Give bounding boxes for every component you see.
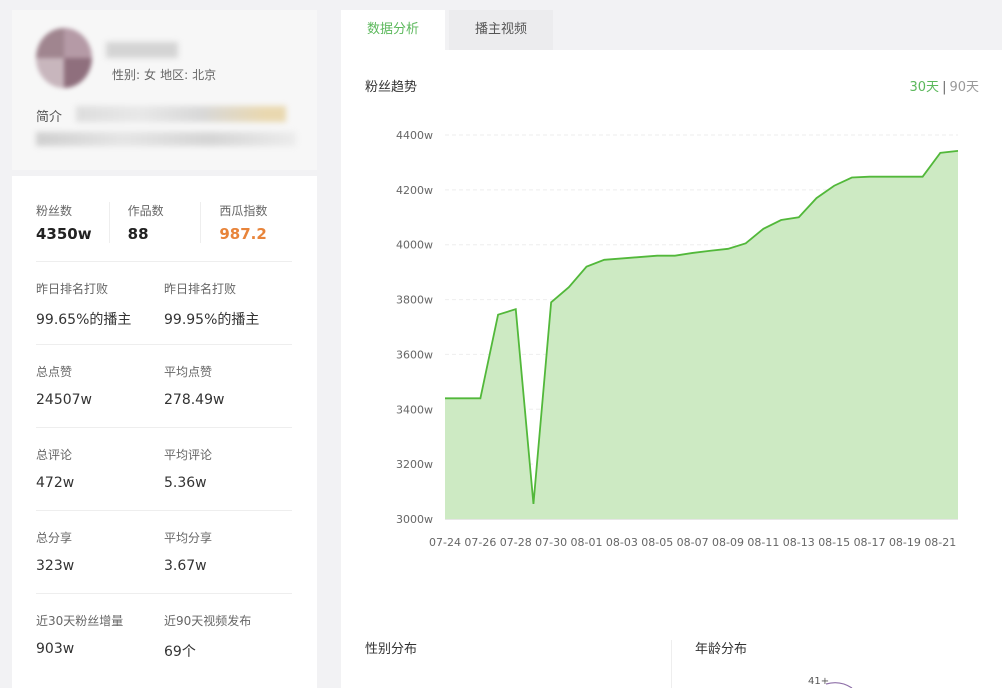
- stat-cell: 昨日排名打败 99.95%的播主: [164, 262, 292, 344]
- intro-label: 简介: [36, 110, 63, 125]
- stat-row-shares: 总分享 323w 平均分享 3.67w: [36, 510, 292, 593]
- stat-label: 昨日排名打败: [36, 282, 109, 296]
- intro-text-blurred: [76, 106, 286, 122]
- works-value: 88: [127, 225, 149, 243]
- stat-cell: 总分享 323w: [36, 511, 164, 593]
- profile-meta: 性别: 女 地区: 北京: [112, 66, 216, 83]
- stat-row-recent: 近30天粉丝增量 903w 近90天视频发布 69个: [36, 593, 292, 676]
- stat-cell: 昨日排名打败 99.65%的播主: [36, 262, 164, 344]
- y-tick-label: 4200w: [396, 184, 433, 197]
- region-label: 地区:: [160, 68, 189, 82]
- gender-value: 女: [144, 68, 157, 82]
- x-tick-label: 08-03: [606, 536, 638, 549]
- stat-row-comments: 总评论 472w 平均评论 5.36w: [36, 427, 292, 510]
- stat-label: 近30天粉丝增量: [36, 614, 124, 628]
- gender-label: 性别:: [112, 68, 141, 82]
- x-tick-label: 08-15: [818, 536, 850, 549]
- y-tick-label: 3200w: [396, 458, 433, 471]
- x-tick-label: 07-30: [535, 536, 567, 549]
- stat-row-likes: 总点赞 24507w 平均点赞 278.49w: [36, 344, 292, 427]
- fans-stat: 粉丝数 4350w: [36, 202, 109, 243]
- avatar[interactable]: [36, 28, 92, 88]
- data-analysis-panel: 粉丝趋势 30天 | 90天 3000w 3200w 3400w 3600w 3800w 40…: [341, 50, 1002, 688]
- region-value: 北京: [192, 68, 217, 82]
- section-divider: [671, 640, 672, 688]
- stats-card: 粉丝数 4350w 作品数 88 西瓜指数 987.2 昨日排名打败 99.65…: [12, 176, 317, 688]
- stat-value: 69个: [164, 644, 196, 660]
- top-stats: 粉丝数 4350w 作品数 88 西瓜指数 987.2: [36, 202, 292, 243]
- fans-label: 粉丝数: [36, 204, 73, 218]
- age-chart-partial-arc: [826, 682, 853, 688]
- fans-trend-area: [445, 150, 958, 519]
- xigua-value: 987.2: [219, 225, 267, 243]
- stat-row-rank: 昨日排名打败 99.65%的播主 昨日排名打败 99.95%的播主: [36, 261, 292, 344]
- stat-cell: 总点赞 24507w: [36, 345, 164, 427]
- stat-value: 24507w: [36, 392, 92, 408]
- stat-cell: 近90天视频发布 69个: [164, 594, 292, 676]
- x-tick-label: 08-07: [677, 536, 709, 549]
- x-tick-label: 07-28: [500, 536, 532, 549]
- x-tick-label: 08-19: [889, 536, 921, 549]
- stat-cell: 平均点赞 278.49w: [164, 345, 292, 427]
- stat-value: 3.67w: [164, 558, 207, 574]
- y-tick-label: 3600w: [396, 348, 433, 361]
- stat-cell: 总评论 472w: [36, 428, 164, 510]
- x-tick-label: 08-01: [571, 536, 603, 549]
- fans-trend-chart: 3000w 3200w 3400w 3600w 3800w 4000w 4200w 4400w…: [396, 129, 959, 549]
- stat-label: 平均评论: [164, 448, 213, 462]
- stat-cell: 平均评论 5.36w: [164, 428, 292, 510]
- username-blurred: [106, 42, 178, 58]
- x-tick-label: 08-05: [641, 536, 673, 549]
- stat-value: 278.49w: [164, 392, 225, 408]
- stat-cell: 近30天粉丝增量 903w: [36, 594, 164, 676]
- stat-label: 平均点赞: [164, 365, 213, 379]
- age-distribution-title: 年龄分布: [695, 642, 748, 657]
- xigua-label: 西瓜指数: [219, 204, 268, 218]
- profile-card: 性别: 女 地区: 北京 简介: [12, 10, 317, 170]
- y-tick-label: 4000w: [396, 239, 433, 252]
- x-tick-label: 08-21: [924, 536, 956, 549]
- stat-label: 总分享: [36, 531, 73, 545]
- stat-value: 99.95%的播主: [164, 312, 260, 328]
- y-tick-label: 3400w: [396, 403, 433, 416]
- stat-value: 903w: [36, 641, 75, 657]
- stat-label: 总点赞: [36, 365, 73, 379]
- x-tick-label: 08-13: [783, 536, 815, 549]
- stat-value: 472w: [36, 475, 75, 491]
- works-label: 作品数: [127, 204, 164, 218]
- x-tick-label: 08-09: [712, 536, 744, 549]
- y-tick-label: 4400w: [396, 129, 433, 142]
- intro-text-blurred-line2: [36, 132, 296, 146]
- x-tick-label: 07-26: [464, 536, 496, 549]
- tab-data-analysis[interactable]: 数据分析: [341, 10, 445, 50]
- y-tick-label: 3800w: [396, 294, 433, 307]
- stat-label: 总评论: [36, 448, 73, 462]
- stat-value: 5.36w: [164, 475, 207, 491]
- fans-value: 4350w: [36, 225, 92, 243]
- stat-label: 平均分享: [164, 531, 213, 545]
- stat-value: 323w: [36, 558, 75, 574]
- stat-cell: 平均分享 3.67w: [164, 511, 292, 593]
- works-stat: 作品数 88: [108, 202, 201, 243]
- tab-videos[interactable]: 播主视频: [449, 10, 553, 50]
- stat-label: 昨日排名打败: [164, 282, 237, 296]
- stat-label: 近90天视频发布: [164, 614, 252, 628]
- y-tick-label: 3000w: [396, 513, 433, 526]
- tab-bar: 数据分析 播主视频: [341, 10, 557, 50]
- x-tick-label: 08-11: [747, 536, 779, 549]
- gender-distribution-title: 性别分布: [365, 642, 418, 657]
- xigua-stat: 西瓜指数 987.2: [200, 202, 292, 243]
- x-tick-label: 08-17: [854, 536, 886, 549]
- x-tick-label: 07-24: [429, 536, 461, 549]
- stat-value: 99.65%的播主: [36, 312, 132, 328]
